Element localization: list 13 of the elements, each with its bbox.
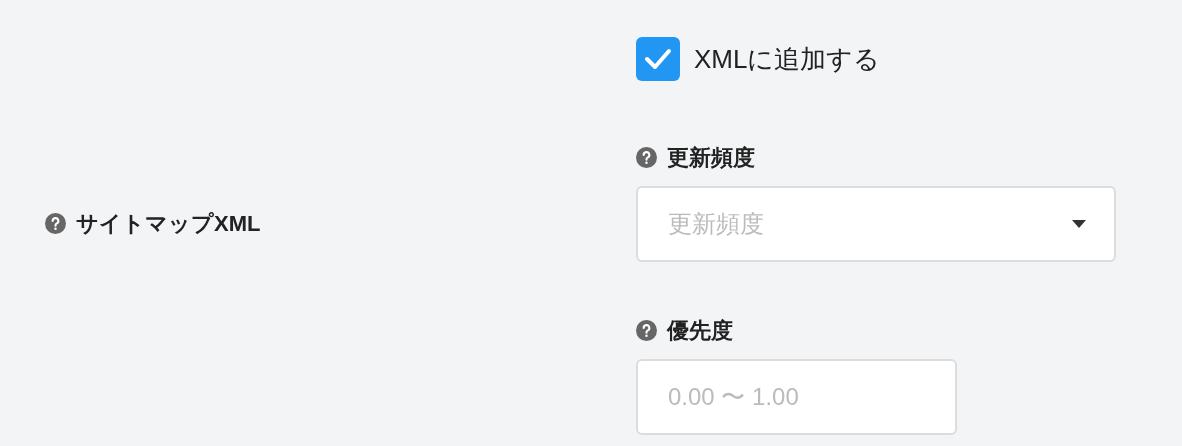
help-icon [45,212,66,234]
help-icon [636,147,657,168]
checkbox-label: XMLに追加する [694,42,881,76]
checkbox[interactable] [636,37,680,81]
priority-field[interactable]: 0.00 〜 1.00 [636,359,957,435]
frequency-select[interactable]: 更新頻度 [636,186,1116,262]
caret-icon [1072,220,1086,228]
select-placeholder: 更新頻度 [668,209,764,239]
help-icon [636,320,657,341]
frequency-label: 更新頻度 [667,144,755,172]
field-label: サイトマップXML [76,209,261,238]
priority-label: 優先度 [667,317,733,345]
check-icon [644,48,672,70]
